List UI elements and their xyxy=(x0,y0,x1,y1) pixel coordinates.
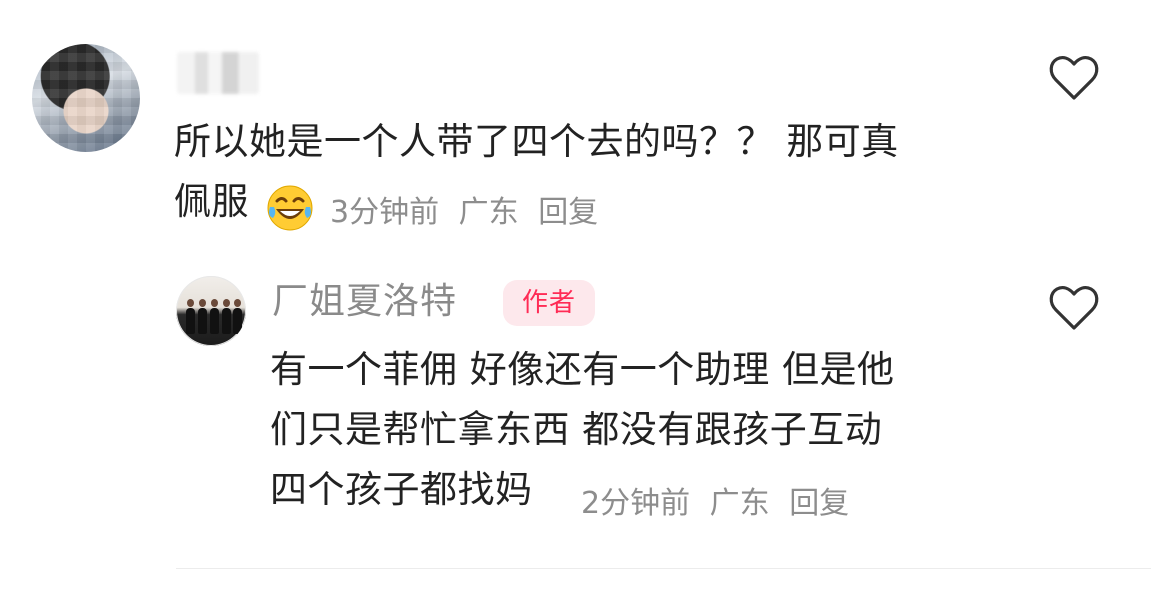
comment-meta: 3分钟前 广东 回复 xyxy=(330,193,608,233)
author-username[interactable]: 厂姐夏洛特 xyxy=(272,280,457,324)
author-avatar[interactable] xyxy=(176,276,246,346)
comment-time: 3分钟前 xyxy=(330,195,440,230)
reply-meta: 2分钟前 广东 回复 xyxy=(581,484,859,524)
divider xyxy=(176,568,1151,569)
reply-time: 2分钟前 xyxy=(581,486,691,521)
heart-outline-icon[interactable] xyxy=(1048,284,1100,332)
commenter-avatar[interactable] xyxy=(32,44,140,152)
commenter-username-blurred[interactable] xyxy=(177,52,259,94)
reply-location: 广东 xyxy=(709,486,770,521)
laughing-tears-emoji xyxy=(267,185,313,231)
comment-location: 广东 xyxy=(458,195,519,230)
heart-outline-icon[interactable] xyxy=(1048,54,1100,102)
author-badge: 作者 xyxy=(503,280,595,326)
reply-reply-button[interactable]: 回复 xyxy=(789,486,849,521)
comment-thread: 所以她是一个人带了四个去的吗？？ 那可真 佩服 3分钟前 广东 回复 厂姐夏洛特… xyxy=(0,0,1151,600)
reply-button[interactable]: 回复 xyxy=(538,195,598,230)
